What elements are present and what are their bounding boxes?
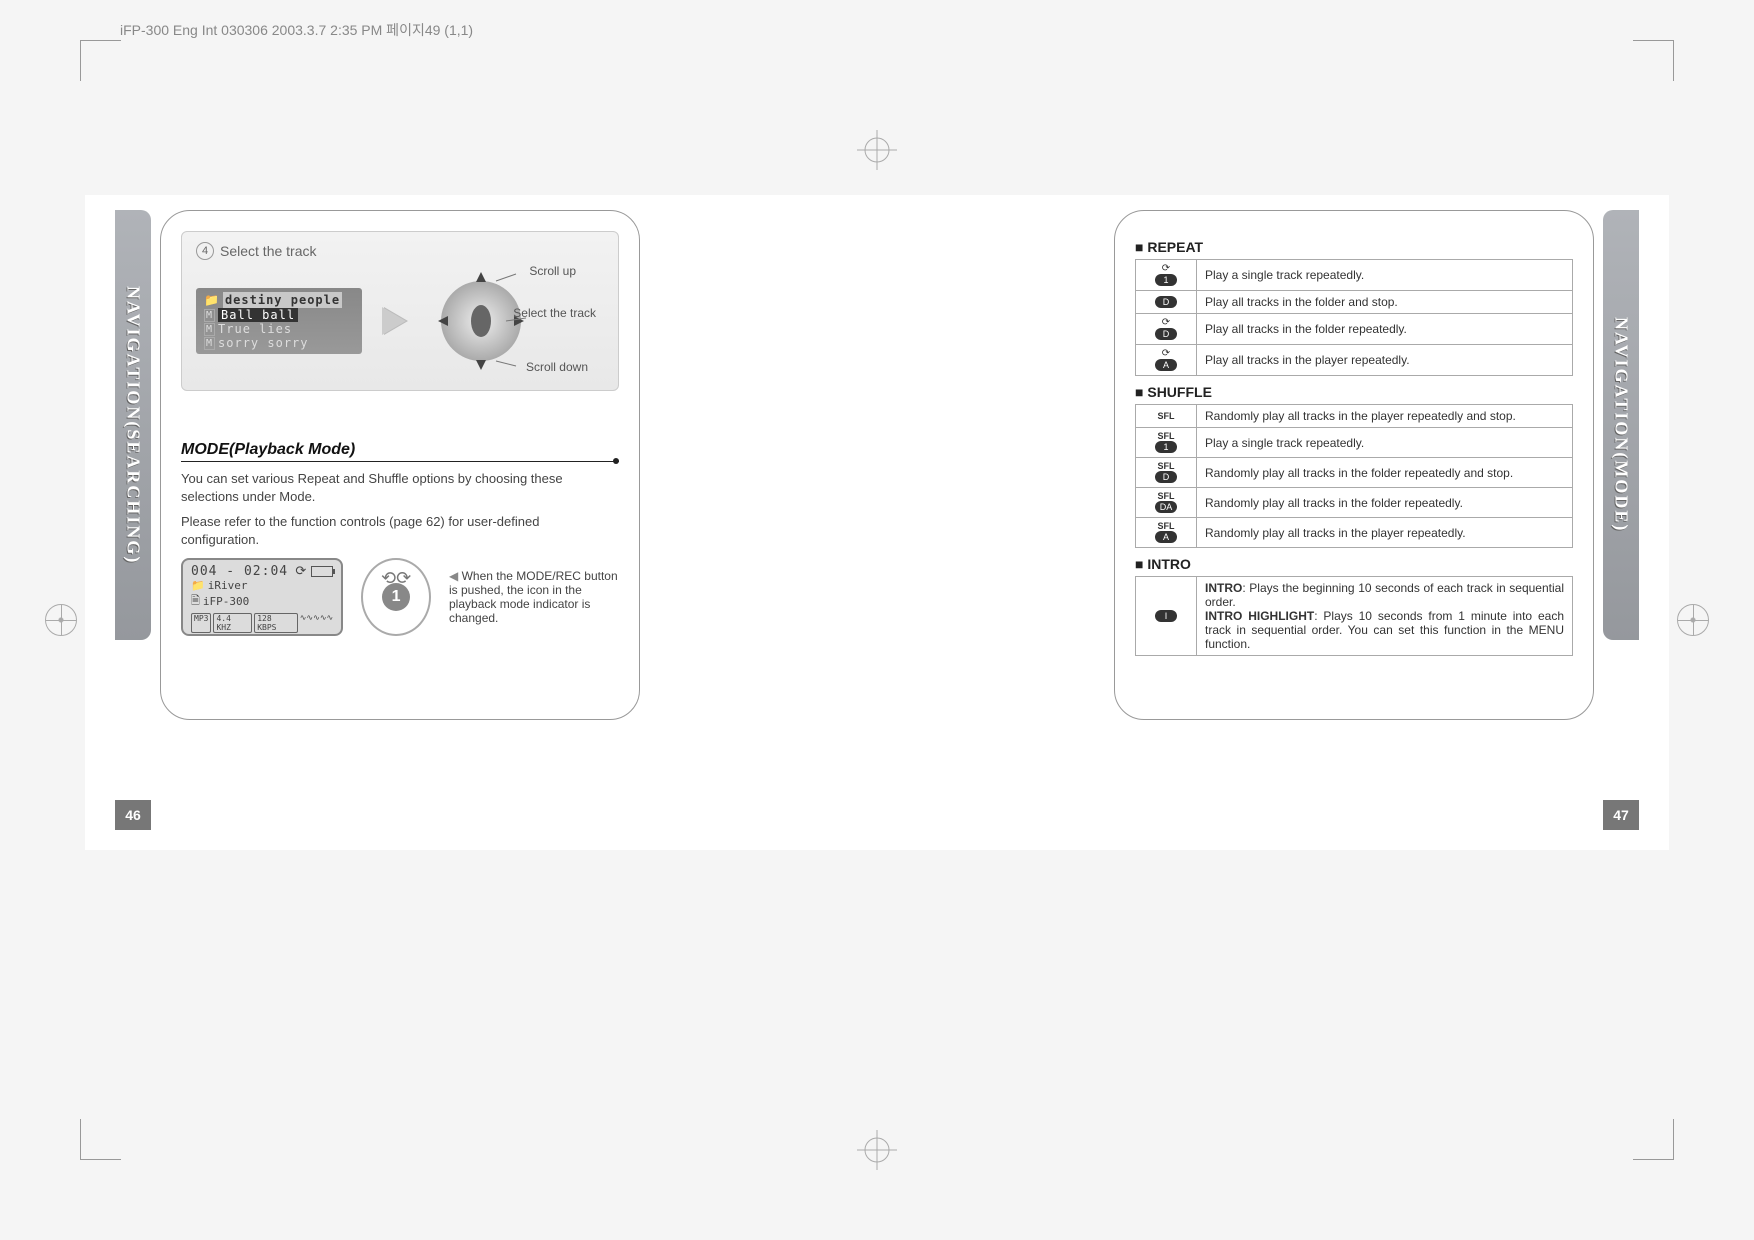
repeat-table: ⟳1Play a single track repeatedly. DPlay … (1135, 259, 1573, 376)
side-tab-left: NAVIGATION(SEARCHING) (115, 210, 151, 640)
table-row: DPlay all tracks in the folder and stop. (1136, 291, 1573, 314)
repeat-header: REPEAT (1135, 239, 1573, 255)
table-row: SFLARandomly play all tracks in the play… (1136, 518, 1573, 548)
page-right: NAVIGATION(MODE) 47 REPEAT ⟳1Play a sing… (877, 195, 1669, 850)
intro-header: INTRO (1135, 556, 1573, 572)
joystick-select-label: Select the track (513, 306, 596, 320)
arrow-right-icon (382, 307, 406, 335)
source-filepath: iFP-300 Eng Int 030306 2003.3.7 2:35 PM … (120, 20, 473, 40)
section-header-mode: MODE(Playback Mode) (181, 441, 619, 462)
step-title: Select the track (220, 243, 317, 259)
content-frame-right: REPEAT ⟳1Play a single track repeatedly.… (1114, 210, 1594, 720)
table-row: ⟳APlay all tracks in the player repeated… (1136, 345, 1573, 376)
table-row: SFLDRandomly play all tracks in the fold… (1136, 458, 1573, 488)
mode-note: When the MODE/REC button is pushed, the … (449, 569, 619, 625)
joystick-up-label: Scroll up (529, 264, 576, 278)
page-left: NAVIGATION(SEARCHING) 46 4 Select the tr… (85, 195, 877, 850)
step-number: 4 (196, 242, 214, 260)
track-list: 📁destiny people MBall ball MTrue lies Ms… (196, 288, 362, 354)
shuffle-header: SHUFFLE (1135, 384, 1573, 400)
step-box: 4 Select the track 📁destiny people MBall… (181, 231, 619, 391)
mode-circle-icon: ⟲⟳ 1 (361, 558, 431, 636)
side-tab-right: NAVIGATION(MODE) (1603, 210, 1639, 640)
page-number-right: 47 (1603, 800, 1639, 830)
table-row: ⟳DPlay all tracks in the folder repeated… (1136, 314, 1573, 345)
page-number-left: 46 (115, 800, 151, 830)
table-row: SFLDARandomly play all tracks in the fol… (1136, 488, 1573, 518)
table-row: SFL1Play a single track repeatedly. (1136, 428, 1573, 458)
intro-table: I INTRO: Plays the beginning 10 seconds … (1135, 576, 1573, 656)
content-frame-left: 4 Select the track 📁destiny people MBall… (160, 210, 640, 720)
table-row: ⟳1Play a single track repeatedly. (1136, 260, 1573, 291)
joystick-down-label: Scroll down (526, 360, 588, 374)
table-row: SFLRandomly play all tracks in the playe… (1136, 405, 1573, 428)
shuffle-table: SFLRandomly play all tracks in the playe… (1135, 404, 1573, 548)
lcd-display: 004 - 02:04 ⟳ 📁iRiver 🗎iFP-300 MP3 4.4 K… (181, 558, 343, 636)
joystick-diagram: Scroll up Select the track Scroll down (426, 266, 536, 376)
mode-body-1: You can set various Repeat and Shuffle o… (181, 470, 619, 505)
table-row: I INTRO: Plays the beginning 10 seconds … (1136, 577, 1573, 656)
mode-body-2: Please refer to the function controls (p… (181, 513, 619, 548)
